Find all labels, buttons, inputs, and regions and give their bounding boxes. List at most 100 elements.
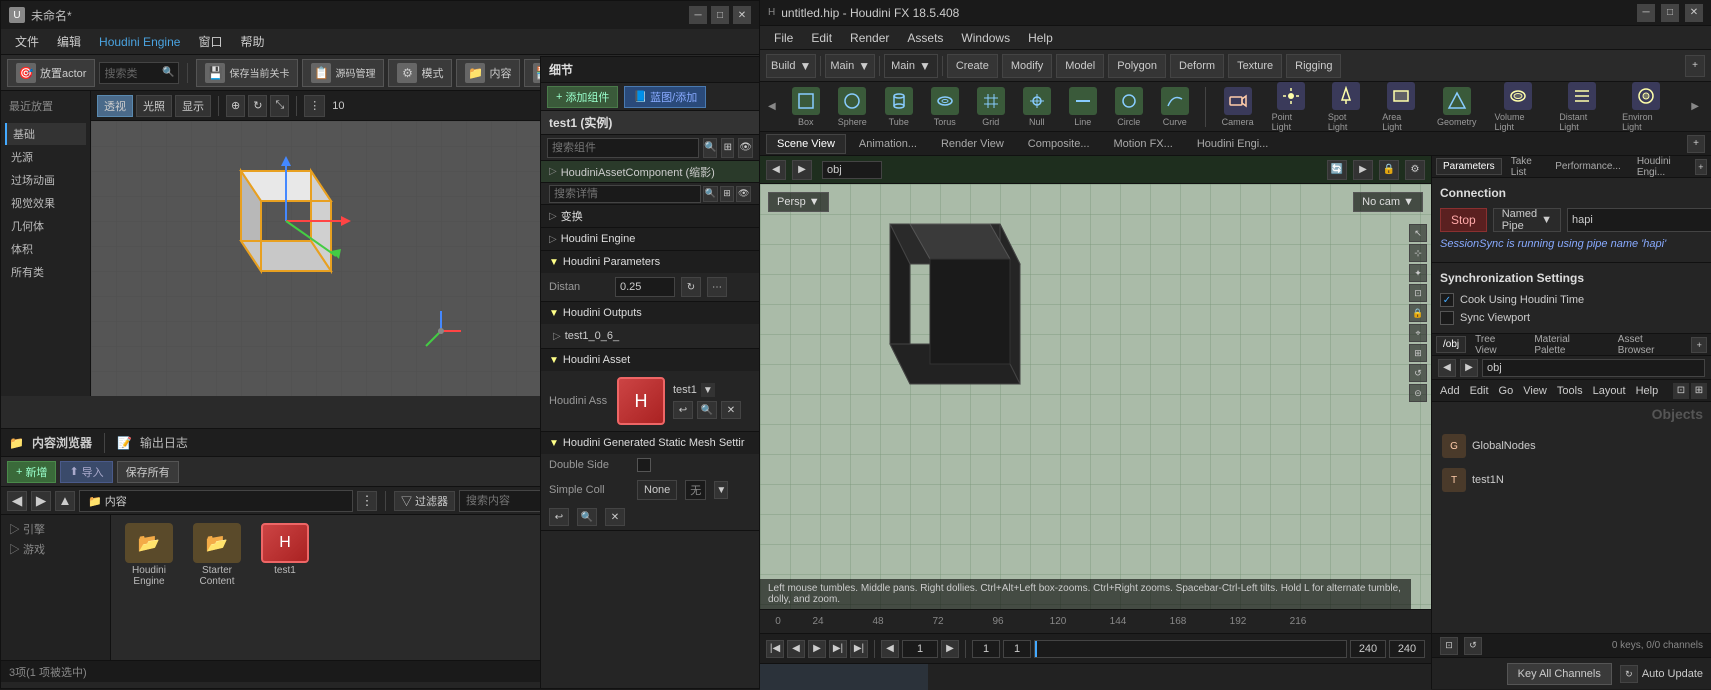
light-curve-btn[interactable]: Curve bbox=[1155, 85, 1195, 129]
minimize-button[interactable]: ─ bbox=[689, 6, 707, 24]
new-button[interactable]: + 新增 bbox=[7, 461, 56, 483]
light-torus-btn[interactable]: Torus bbox=[925, 85, 965, 129]
geometry-btn[interactable]: Geometry bbox=[1431, 85, 1483, 129]
save-current-button[interactable]: 💾 保存当前关卡 bbox=[196, 59, 298, 87]
houdini-engine-header[interactable]: ▷ Houdini Engine bbox=[541, 228, 759, 250]
tree-menu-help[interactable]: Help bbox=[1632, 383, 1663, 399]
asset-remove-btn[interactable]: ✕ bbox=[721, 401, 741, 419]
filter-button[interactable]: ▽ 过滤器 bbox=[394, 491, 455, 511]
coll-search-btn[interactable]: 🔍 bbox=[577, 508, 597, 526]
detail-grid-btn[interactable]: ⊞ bbox=[721, 138, 734, 158]
param-more-btn[interactable]: ⋯ bbox=[707, 277, 727, 297]
output-item-1[interactable]: ▷ test1_0_6_ bbox=[549, 328, 751, 344]
h-add-shelf-btn[interactable]: + bbox=[1685, 55, 1705, 77]
tree-fwd-btn[interactable]: ▶ bbox=[1460, 359, 1478, 377]
folder-starter-content[interactable]: 📂 Starter Content bbox=[187, 523, 247, 587]
tab-motion-fx[interactable]: Motion FX... bbox=[1103, 134, 1184, 154]
tree-path-input[interactable] bbox=[1482, 359, 1705, 377]
detail-search-input[interactable] bbox=[547, 138, 699, 158]
tl-play-end-btn[interactable]: ▶| bbox=[829, 640, 847, 658]
menu-houdini-engine[interactable]: Houdini Engine bbox=[91, 32, 188, 52]
h-tab-parameters[interactable]: Parameters bbox=[1436, 158, 1502, 175]
h-rigging-btn[interactable]: Rigging bbox=[1286, 54, 1341, 78]
tree-tab-asset-browser[interactable]: Asset Browser bbox=[1611, 334, 1688, 359]
h-tab-take-list[interactable]: Take List bbox=[1504, 156, 1547, 181]
light-camera-btn[interactable]: Camera bbox=[1216, 85, 1260, 129]
h-back-btn[interactable]: ◀ bbox=[766, 160, 786, 180]
h-tool-1[interactable]: ↖ bbox=[1409, 224, 1427, 242]
transform-header[interactable]: ▷ 变换 bbox=[541, 205, 759, 227]
tree-menu-view[interactable]: View bbox=[1519, 383, 1551, 399]
light-spot-btn[interactable]: Spot Light bbox=[1322, 80, 1370, 134]
range-end1-input[interactable] bbox=[1350, 640, 1386, 658]
display-btn[interactable]: 显示 bbox=[175, 95, 211, 117]
h-texture-btn[interactable]: Texture bbox=[1228, 54, 1282, 78]
h-minimize-btn[interactable]: ─ bbox=[1637, 4, 1655, 22]
light-box-btn[interactable]: Box bbox=[786, 85, 826, 129]
output-log-label[interactable]: 输出日志 bbox=[140, 434, 188, 451]
sidebar-item-all[interactable]: 所有类 bbox=[5, 261, 86, 283]
param-distan-input[interactable] bbox=[615, 277, 675, 297]
houdini-asset-header[interactable]: ▼ Houdini Asset bbox=[541, 349, 759, 371]
environ-light-btn[interactable]: Environ Light bbox=[1616, 80, 1675, 134]
tree-tab-tree-view[interactable]: Tree View bbox=[1468, 334, 1525, 359]
folder-houdini-engine[interactable]: 📂 Houdini Engine bbox=[119, 523, 179, 587]
tab-render-view[interactable]: Render View bbox=[930, 134, 1015, 154]
h-create-btn[interactable]: Create bbox=[947, 54, 998, 78]
h-tab-performance[interactable]: Performance... bbox=[1548, 158, 1628, 175]
menu-edit[interactable]: 编辑 bbox=[49, 30, 89, 53]
save-all-button[interactable]: 保存所有 bbox=[117, 461, 179, 483]
close-button[interactable]: ✕ bbox=[733, 6, 751, 24]
h-model-btn[interactable]: Model bbox=[1056, 54, 1104, 78]
volume-light-btn[interactable]: Volume Light bbox=[1489, 80, 1548, 134]
tab-composite[interactable]: Composite... bbox=[1017, 134, 1101, 154]
coll-nav-btn[interactable]: ↩ bbox=[549, 508, 569, 526]
tree-menu-go[interactable]: Go bbox=[1495, 383, 1518, 399]
h-tool-8[interactable]: ↺ bbox=[1409, 364, 1427, 382]
cook-houdini-checkbox[interactable] bbox=[1440, 293, 1454, 307]
tree-item-globalnodes[interactable]: G GlobalNodes bbox=[1436, 430, 1707, 462]
search-class-input[interactable]: 搜索类 🔍 bbox=[99, 62, 179, 84]
asset-nav-btn[interactable]: ↩ bbox=[673, 401, 693, 419]
houdini-params-header[interactable]: ▼ Houdini Parameters bbox=[541, 251, 759, 273]
main-shelf[interactable]: Main ▼ bbox=[884, 54, 938, 78]
sidebar-item-volume[interactable]: 体积 bbox=[5, 238, 86, 260]
h-3d-canvas[interactable]: Persp ▼ No cam ▼ bbox=[760, 184, 1431, 609]
light-tube-btn[interactable]: Tube bbox=[879, 85, 919, 129]
tl-prev-btn[interactable]: ◀ bbox=[787, 640, 805, 658]
light-grid-btn[interactable]: Grid bbox=[971, 85, 1011, 129]
tree-menu-layout[interactable]: Layout bbox=[1589, 383, 1630, 399]
distant-light-btn[interactable]: Distant Light bbox=[1553, 80, 1610, 134]
sidebar-item-light[interactable]: 光源 bbox=[5, 146, 86, 168]
key-all-channels-btn[interactable]: Key All Channels bbox=[1507, 663, 1612, 685]
menu-window[interactable]: 窗口 bbox=[190, 30, 230, 53]
light-circle-btn[interactable]: Circle bbox=[1109, 85, 1149, 129]
search-info-grid-btn[interactable]: ⊞ bbox=[720, 186, 735, 202]
h-menu-assets[interactable]: Assets bbox=[899, 29, 951, 47]
tl-fwd-frame-btn[interactable]: ▶ bbox=[941, 640, 959, 658]
nav-back-button[interactable]: ◀ bbox=[7, 491, 27, 511]
mode-button[interactable]: ⚙ 模式 bbox=[388, 59, 452, 87]
lights-expand-btn[interactable]: ▶ bbox=[1687, 101, 1703, 112]
no-cam-button[interactable]: No cam ▼ bbox=[1353, 192, 1423, 212]
h-cam-change-btn[interactable]: 🔄 bbox=[1327, 160, 1347, 180]
collision-dropdown-btn[interactable]: ▼ bbox=[714, 481, 728, 499]
light-line-btn[interactable]: Line bbox=[1063, 85, 1103, 129]
sidebar-item-visual-effects[interactable]: 视觉效果 bbox=[5, 192, 86, 214]
tree-tab-add-btn[interactable]: + bbox=[1691, 337, 1707, 353]
h-tool-4[interactable]: ⊡ bbox=[1409, 284, 1427, 302]
timeline-scrubber[interactable] bbox=[1034, 640, 1347, 658]
h-menu-render[interactable]: Render bbox=[842, 29, 897, 47]
tl-end-btn[interactable]: ▶| bbox=[850, 640, 868, 658]
tree-detach-btn[interactable]: ⊡ bbox=[1673, 383, 1689, 399]
h-tool-7[interactable]: ⊞ bbox=[1409, 344, 1427, 362]
import-button[interactable]: ⬆ 导入 bbox=[60, 461, 112, 483]
blueprint-add-button[interactable]: 📘 蓝图/添加 bbox=[624, 86, 706, 108]
sync-viewport-checkbox[interactable] bbox=[1440, 311, 1454, 325]
tl-play-btn[interactable]: ▶ bbox=[808, 640, 826, 658]
tree-float-btn[interactable]: ⊞ bbox=[1691, 383, 1707, 399]
h-render-btn[interactable]: ▶ bbox=[1353, 160, 1373, 180]
param-cycle-btn[interactable]: ↻ bbox=[681, 277, 701, 297]
light-sphere-btn[interactable]: Sphere bbox=[832, 85, 873, 129]
h-tab-houdini-eng[interactable]: Houdini Engi... bbox=[1630, 156, 1691, 181]
